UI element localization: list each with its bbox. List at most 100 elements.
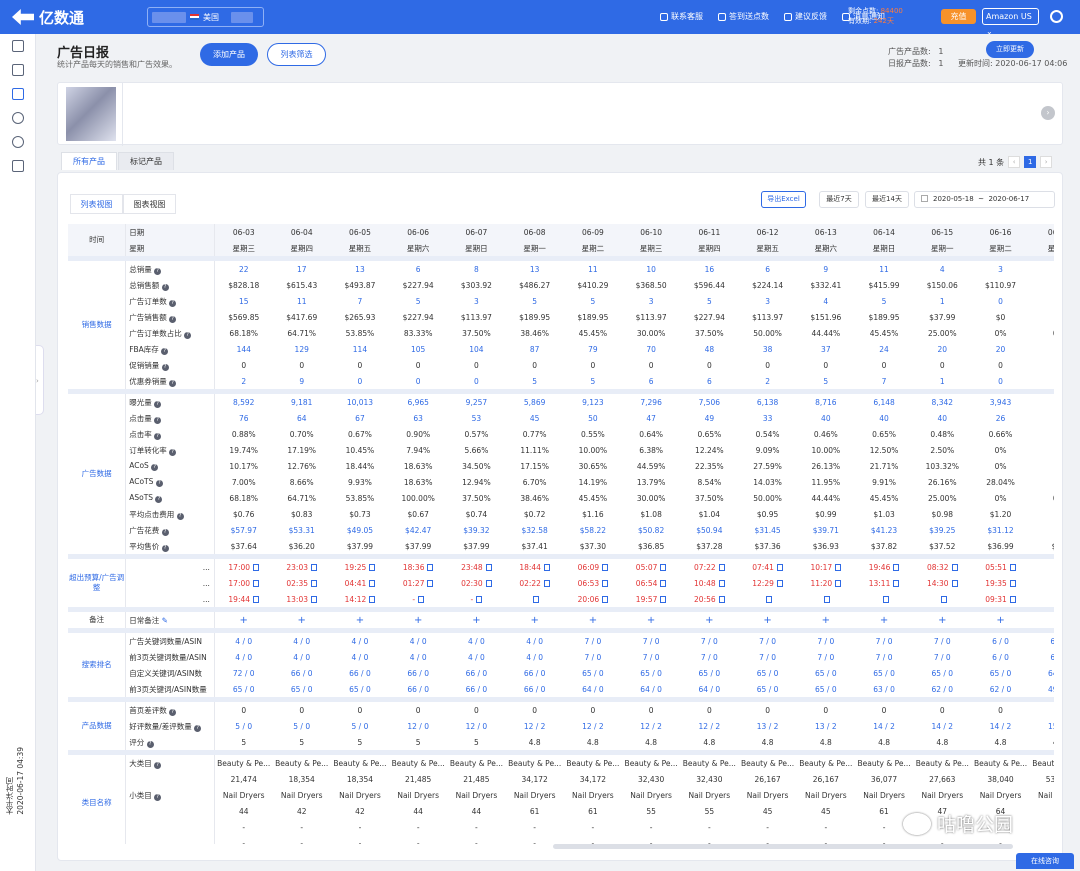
add-note-button[interactable]: +: [214, 612, 272, 628]
help-icon[interactable]: ?: [161, 283, 169, 291]
tab-marked-products[interactable]: 标记产品: [118, 152, 174, 170]
last-14-days-button[interactable]: 最近14天: [865, 191, 909, 208]
product-thumbnail-blurred[interactable]: [66, 87, 116, 141]
help-icon[interactable]: ?: [146, 740, 154, 748]
add-note-button[interactable]: +: [389, 612, 447, 628]
date-range-picker[interactable]: 2020-05-18 ~ 2020-06-17: [914, 191, 1055, 208]
document-icon[interactable]: [369, 579, 376, 587]
document-icon[interactable]: [311, 563, 318, 571]
document-icon[interactable]: [718, 563, 725, 571]
prev-page-button[interactable]: ‹: [1008, 156, 1021, 168]
document-icon[interactable]: [718, 579, 725, 587]
help-icon[interactable]: ?: [161, 528, 169, 536]
document-icon[interactable]: [1009, 595, 1016, 603]
document-icon[interactable]: [660, 563, 667, 571]
help-icon[interactable]: ?: [154, 416, 162, 424]
document-icon[interactable]: [369, 563, 376, 571]
document-icon[interactable]: [951, 563, 958, 571]
help-icon[interactable]: ?: [154, 793, 162, 801]
add-note-button[interactable]: +: [564, 612, 622, 628]
help-icon[interactable]: ?: [155, 480, 163, 487]
help-icon[interactable]: ?: [154, 761, 162, 769]
help-icon[interactable]: ?: [169, 315, 177, 323]
edit-icon[interactable]: ✎: [159, 616, 168, 625]
document-icon[interactable]: [602, 579, 609, 587]
document-icon[interactable]: [485, 579, 492, 587]
document-icon[interactable]: [718, 595, 725, 603]
help-icon[interactable]: ?: [155, 496, 163, 503]
help-icon[interactable]: ?: [154, 400, 162, 408]
add-product-button[interactable]: 添加产品: [200, 43, 258, 66]
document-icon[interactable]: [835, 579, 842, 587]
add-note-button[interactable]: +: [447, 612, 505, 628]
add-note-button[interactable]: +: [680, 612, 738, 628]
help-icon[interactable]: ?: [169, 379, 177, 387]
help-icon[interactable]: ?: [154, 432, 162, 440]
add-note-button[interactable]: +: [855, 612, 913, 628]
help-icon[interactable]: ?: [154, 267, 162, 275]
document-icon[interactable]: [427, 579, 434, 587]
tab-list-view[interactable]: 列表视图: [70, 194, 123, 214]
tab-chart-view[interactable]: 图表视图: [123, 194, 176, 214]
document-icon[interactable]: [940, 595, 947, 603]
help-icon[interactable]: ?: [184, 331, 192, 339]
list-filter-button[interactable]: 列表筛选: [267, 43, 326, 66]
help-icon[interactable]: ?: [194, 724, 202, 732]
add-note-button[interactable]: +: [797, 612, 855, 628]
document-icon[interactable]: [476, 595, 483, 603]
ai-icon[interactable]: [11, 112, 24, 124]
link-contact[interactable]: 联系客服: [660, 11, 703, 22]
add-note-button[interactable]: +: [331, 612, 389, 628]
horizontal-scrollbar[interactable]: [553, 844, 1013, 849]
help-icon[interactable]: ?: [161, 347, 169, 355]
document-icon[interactable]: [882, 595, 889, 603]
help-icon[interactable]: ?: [161, 363, 169, 371]
link-feedback[interactable]: 建议反馈: [784, 11, 827, 22]
document-icon[interactable]: [543, 563, 550, 571]
chevron-right-icon[interactable]: ›: [1041, 106, 1055, 120]
document-icon[interactable]: [766, 595, 773, 603]
document-icon[interactable]: [660, 579, 667, 587]
document-icon[interactable]: [602, 595, 609, 603]
store-selector[interactable]: 美国: [147, 7, 264, 27]
document-icon[interactable]: [1009, 563, 1016, 571]
add-note-button[interactable]: +: [506, 612, 564, 628]
export-excel-button[interactable]: 导出Excel: [761, 191, 806, 208]
document-icon[interactable]: [369, 595, 376, 603]
help-icon[interactable]: ?: [169, 708, 177, 716]
add-note-button[interactable]: +: [273, 612, 331, 628]
document-icon[interactable]: [311, 579, 318, 587]
add-note-button[interactable]: +: [1030, 612, 1054, 628]
document-icon[interactable]: [485, 563, 492, 571]
document-icon[interactable]: [776, 563, 783, 571]
document-icon[interactable]: [418, 595, 425, 603]
add-note-button[interactable]: +: [738, 612, 796, 628]
tab-all-products[interactable]: 所有产品: [61, 152, 117, 170]
page-number-button[interactable]: 1: [1024, 156, 1037, 168]
document-icon[interactable]: [253, 579, 260, 587]
update-now-button[interactable]: 立即更新: [986, 41, 1034, 58]
app-logo[interactable]: 亿数通: [12, 7, 84, 28]
help-icon[interactable]: ?: [161, 544, 169, 552]
document-icon[interactable]: [824, 595, 831, 603]
add-note-button[interactable]: +: [622, 612, 680, 628]
online-chat-button[interactable]: 在线咨询: [1016, 853, 1074, 869]
document-icon[interactable]: [893, 579, 900, 587]
document-icon[interactable]: [1009, 579, 1016, 587]
document-icon[interactable]: [427, 563, 434, 571]
help-icon[interactable]: ?: [169, 299, 177, 307]
box-icon[interactable]: [11, 160, 24, 172]
document-icon[interactable]: [533, 595, 540, 603]
document-icon[interactable]: [311, 595, 318, 603]
document-icon[interactable]: [253, 595, 260, 603]
link-checkin[interactable]: 答到送点数: [718, 11, 769, 22]
report-icon[interactable]: [11, 88, 24, 100]
target-icon[interactable]: [11, 136, 24, 148]
help-icon[interactable]: ?: [151, 464, 159, 471]
document-icon[interactable]: [835, 563, 842, 571]
sidebar-collapse-handle[interactable]: ›: [36, 345, 44, 415]
market-select[interactable]: Amazon US ⌄: [982, 8, 1039, 36]
next-page-button[interactable]: ›: [1040, 156, 1053, 168]
settings-gear-icon[interactable]: [1050, 10, 1063, 23]
recharge-button[interactable]: 充值: [941, 9, 976, 24]
